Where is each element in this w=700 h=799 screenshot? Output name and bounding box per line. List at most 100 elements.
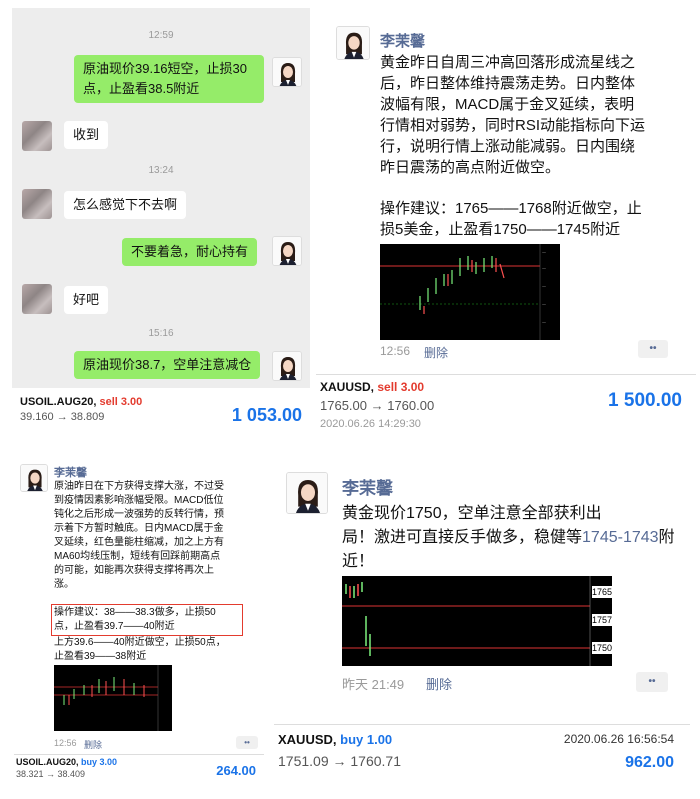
message-text: 好吧 xyxy=(73,292,100,307)
avatar-girl-icon xyxy=(287,473,327,513)
avatar-girl-icon xyxy=(273,352,301,380)
chat-message-sent[interactable]: 原油现价39.16短空，止损30点，止盈看38.5附近 xyxy=(74,55,264,103)
trade-record[interactable]: USOIL.AUG20, sell 3.00 39.160 → 38.809 1… xyxy=(12,393,310,433)
trade-record[interactable]: USOIL.AUG20, buy 3.00 38.321 → 38.409 26… xyxy=(16,757,262,789)
avatar[interactable] xyxy=(272,351,302,381)
trade-record[interactable]: XAUUSD, sell 3.00 1765.00 → 1760.00 2020… xyxy=(320,380,692,438)
chat-timestamp: 12:59 xyxy=(148,30,174,41)
delete-link[interactable]: 删除 xyxy=(426,674,452,693)
post-text: 黄金现价1750，空单注意全部获利出 局！激进可直接反手做多，稳健等1745-1… xyxy=(342,502,682,574)
delete-link[interactable]: 删除 xyxy=(84,738,102,751)
divider xyxy=(274,724,690,725)
chat-message-received[interactable]: 好吧 xyxy=(64,286,109,314)
chat-message-received[interactable]: 收到 xyxy=(64,121,109,149)
message-text: 不要着急，耐心持有 xyxy=(131,244,249,259)
more-button[interactable]: •• xyxy=(236,736,258,749)
post-line: 行，说明行情上涨动能减弱。日内围绕 xyxy=(380,138,636,155)
trade-record[interactable]: XAUUSD, buy 1.00 1751.09 → 1760.71 2020.… xyxy=(278,732,686,790)
price-chart-image[interactable]: 1765 1757 1750 xyxy=(342,576,612,666)
divider xyxy=(316,374,696,375)
post-time: 昨天 21:49 xyxy=(342,677,405,692)
moment-post: 李茉馨 原油昨日在下方获得支撑大涨，不过受 到疫情因素影响涨幅受限。MACD低位… xyxy=(14,460,264,790)
post-line: 操作建议：38——38.3做多，止损50 xyxy=(54,607,216,618)
price-axis-label: 1765 xyxy=(592,586,612,598)
post-time: 12:56 xyxy=(54,738,77,748)
svg-text:—: — xyxy=(542,266,546,271)
trade-symbol: XAUUSD, xyxy=(278,732,337,747)
more-button[interactable]: •• xyxy=(638,340,668,358)
price-axis-label: 1757 xyxy=(592,614,612,626)
post-line: 波幅有限，MACD属于金叉延续，表明 xyxy=(380,96,635,113)
avatar-girl-icon xyxy=(21,465,47,491)
avatar[interactable] xyxy=(22,121,52,151)
avatar[interactable] xyxy=(22,284,52,314)
post-text: 黄金昨日自周三冲高回落形成流星线之 后，昨日整体维持震荡走势。日内整体 波幅有限… xyxy=(380,52,692,240)
avatar-girl-icon xyxy=(273,58,301,86)
post-line: 昨日震荡的高点附近做空。 xyxy=(380,159,561,176)
post-line: 示着下方暂时触底。日内MACD属于金 xyxy=(54,523,224,534)
trade-profit: 1 500.00 xyxy=(608,390,682,411)
moment-post: 李茉馨 黄金昨日自周三冲高回落形成流星线之 后，昨日整体维持震荡走势。日内整体 … xyxy=(316,8,696,440)
post-time: 12:56 xyxy=(380,344,411,358)
avatar[interactable] xyxy=(336,26,370,60)
trade-symbol: USOIL.AUG20, xyxy=(16,757,79,767)
candlestick-chart-icon xyxy=(342,576,591,666)
post-line: 黄金现价1750，空单注意全部获利出 xyxy=(342,505,602,522)
chat-timestamp: 13:24 xyxy=(148,165,174,176)
trade-profit: 1 053.00 xyxy=(231,405,302,425)
svg-text:—: — xyxy=(542,250,546,255)
trade-profit: 264.00 xyxy=(216,763,256,778)
avatar[interactable] xyxy=(20,464,48,492)
poster-name[interactable]: 李茉馨 xyxy=(380,30,425,51)
message-text: 收到 xyxy=(73,127,100,142)
candlestick-chart-icon: — — — — — xyxy=(380,244,546,340)
poster-name[interactable]: 李茉馨 xyxy=(342,474,393,499)
chat-message-sent[interactable]: 不要着急，耐心持有 xyxy=(122,238,258,266)
post-line: 叉延续，红色量能柱缩减，加之上方有 xyxy=(54,537,224,548)
post-line: 损5美金，止盈看1750——1745附近 xyxy=(380,221,621,238)
delete-link[interactable]: 删除 xyxy=(424,344,448,361)
post-line: 涨。 xyxy=(54,579,74,590)
post-line: 黄金昨日自周三冲高回落形成流星线之 xyxy=(380,54,636,71)
trade-side: buy 1.00 xyxy=(340,732,393,747)
post-line: 后，昨日整体维持震荡走势。日内整体 xyxy=(380,75,636,92)
chart-price-axis: 1765 1757 1750 xyxy=(592,576,612,666)
post-line: 上方39.6——40附近做空，止损50点， xyxy=(54,637,226,648)
avatar[interactable] xyxy=(272,236,302,266)
poster-name[interactable]: 李茉馨 xyxy=(54,464,87,480)
post-line: MA60均线压制，短线有回踩前期高点 xyxy=(54,551,221,562)
svg-text:—: — xyxy=(542,320,546,325)
price-chart-image[interactable]: — — — — — xyxy=(380,244,560,340)
avatar[interactable] xyxy=(286,472,328,514)
moment-post: 李茉馨 黄金现价1750，空单注意全部获利出 局！激进可直接反手做多，稳健等17… xyxy=(274,462,690,792)
chat-timestamp: 15:16 xyxy=(148,328,174,339)
trade-side: sell 3.00 xyxy=(377,380,425,394)
candlestick-chart-icon xyxy=(54,665,159,731)
chat-message-sent[interactable]: 原油现价38.7，空单注意减仓 xyxy=(74,351,261,379)
post-line: 行情相对弱势，同时RSI动能指标向下运 xyxy=(380,117,646,134)
avatar[interactable] xyxy=(272,57,302,87)
post-line: 点，止盈看39.7——40附近 xyxy=(54,621,175,632)
trade-date: 2020.06.26 16:56:54 xyxy=(563,732,674,746)
post-line: 的可能，如能再次获得支撑将再次上 xyxy=(54,565,214,576)
message-text: 原油现价38.7，空单注意减仓 xyxy=(83,357,252,372)
chat-message-received[interactable]: 怎么感觉下不去啊 xyxy=(64,191,187,219)
svg-text:—: — xyxy=(542,302,546,307)
post-line: 止盈看39——38附近 xyxy=(54,651,147,662)
post-text: 原油昨日在下方获得支撑大涨，不过受 到疫情因素影响涨幅受限。MACD低位 钝化之… xyxy=(51,480,262,664)
post-line: 操作建议：1765——1768附近做空，止 xyxy=(380,200,642,217)
post-line-text: 局！激进可直接反手做多，稳健等 xyxy=(342,529,583,546)
trade-date: 2020.06.26 14:29:30 xyxy=(320,418,421,430)
price-axis-label: 1750 xyxy=(592,642,612,654)
svg-text:—: — xyxy=(542,284,546,289)
message-text: 原油现价39.16短空，止损30点，止盈看38.5附近 xyxy=(83,61,247,96)
more-button[interactable]: •• xyxy=(636,672,668,692)
post-line: 钝化之后形成一波强势的反转行情，预 xyxy=(54,509,224,520)
price-chart-image[interactable] xyxy=(54,665,172,731)
divider xyxy=(14,754,264,755)
avatar-girl-icon xyxy=(337,27,369,59)
avatar[interactable] xyxy=(22,189,52,219)
trade-symbol: XAUUSD, xyxy=(320,380,375,394)
highlighted-advice-box: 操作建议：38——38.3做多，止损50 点，止盈看39.7——40附近 xyxy=(51,604,243,636)
post-line: 原油昨日在下方获得支撑大涨，不过受 xyxy=(54,481,224,492)
